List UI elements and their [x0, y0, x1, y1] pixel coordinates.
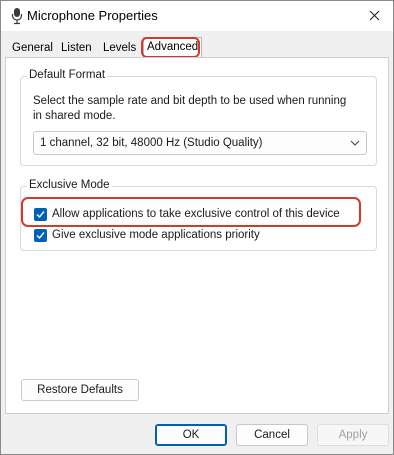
exclusive-mode-title: Exclusive Mode [27, 179, 112, 191]
default-format-description-line2: in shared mode. [33, 110, 116, 122]
tab-advanced[interactable]: Advanced [143, 37, 203, 58]
chevron-down-icon [350, 140, 360, 146]
close-button[interactable] [359, 3, 389, 27]
restore-defaults-button[interactable]: Restore Defaults [21, 379, 139, 401]
window-title: Microphone Properties [27, 8, 158, 23]
priority-row[interactable]: Give exclusive mode applications priorit… [34, 227, 260, 243]
advanced-panel: Default Format Select the sample rate an… [5, 57, 389, 414]
ok-button[interactable]: OK [155, 424, 227, 446]
tab-levels[interactable]: Levels [100, 41, 139, 57]
cancel-button[interactable]: Cancel [236, 424, 308, 446]
default-format-description-line1: Select the sample rate and bit depth to … [33, 95, 347, 107]
apply-button[interactable]: Apply [317, 424, 389, 446]
priority-checkbox[interactable] [34, 228, 47, 242]
priority-label: Give exclusive mode applications priorit… [52, 229, 260, 241]
close-icon [369, 10, 379, 20]
title-bar: Microphone Properties [1, 1, 393, 31]
allow-exclusive-label: Allow applications to take exclusive con… [52, 208, 340, 220]
checkmark-icon [36, 231, 45, 239]
tab-strip: General Listen Levels Advanced [1, 37, 393, 58]
checkmark-icon [36, 210, 45, 218]
properties-window: Microphone Properties General Listen Lev… [0, 0, 394, 455]
default-format-value: 1 channel, 32 bit, 48000 Hz (Studio Qual… [40, 137, 263, 149]
tab-listen[interactable]: Listen [58, 41, 95, 57]
allow-exclusive-row[interactable]: Allow applications to take exclusive con… [34, 206, 340, 222]
allow-exclusive-checkbox[interactable] [34, 207, 47, 221]
microphone-icon [11, 8, 23, 25]
tab-general[interactable]: General [9, 41, 56, 57]
default-format-title: Default Format [27, 69, 108, 81]
default-format-dropdown[interactable]: 1 channel, 32 bit, 48000 Hz (Studio Qual… [33, 131, 367, 155]
